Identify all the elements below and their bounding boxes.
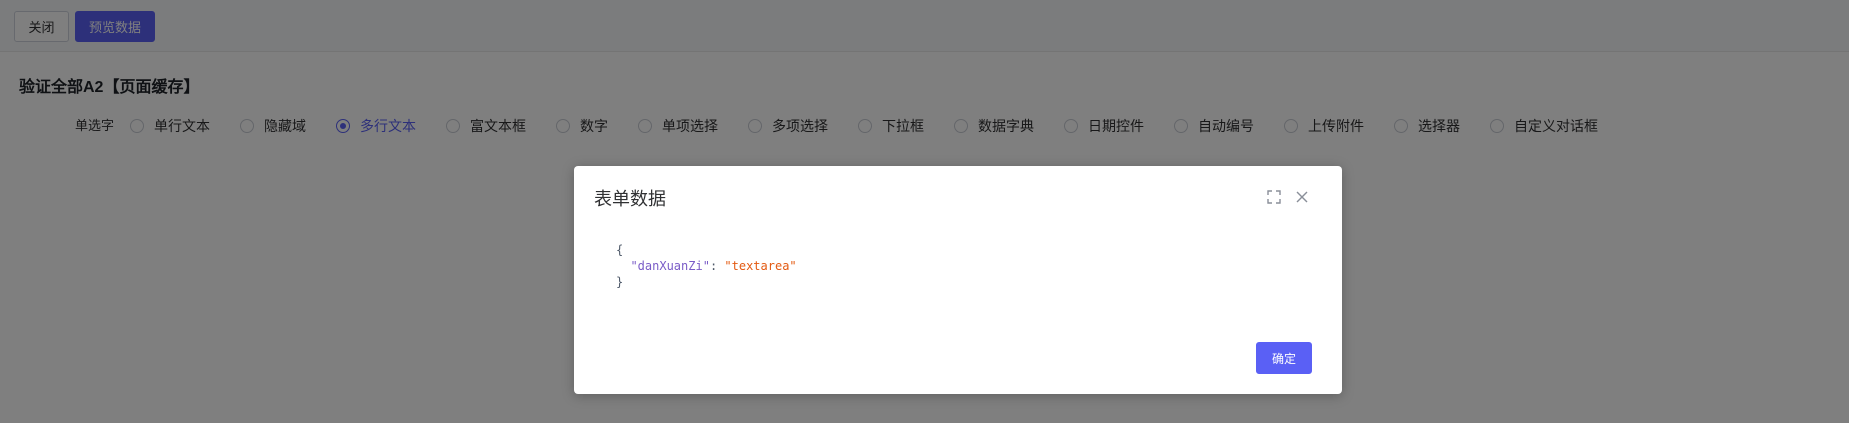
json-open-brace: { <box>616 243 624 257</box>
confirm-button[interactable]: 确定 <box>1256 342 1312 374</box>
form-data-dialog: 表单数据 { "danXuanZi": "textarea" } 确定 <box>574 166 1342 394</box>
json-preview: { "danXuanZi": "textarea" } <box>616 242 797 290</box>
json-colon: : <box>709 259 725 273</box>
json-close-brace: } <box>616 275 624 289</box>
dialog-title: 表单数据 <box>594 189 666 209</box>
close-icon[interactable] <box>1293 188 1311 206</box>
json-value: "textarea" <box>724 259 797 273</box>
json-key: "danXuanZi" <box>630 259 710 273</box>
fullscreen-icon[interactable] <box>1265 188 1283 206</box>
